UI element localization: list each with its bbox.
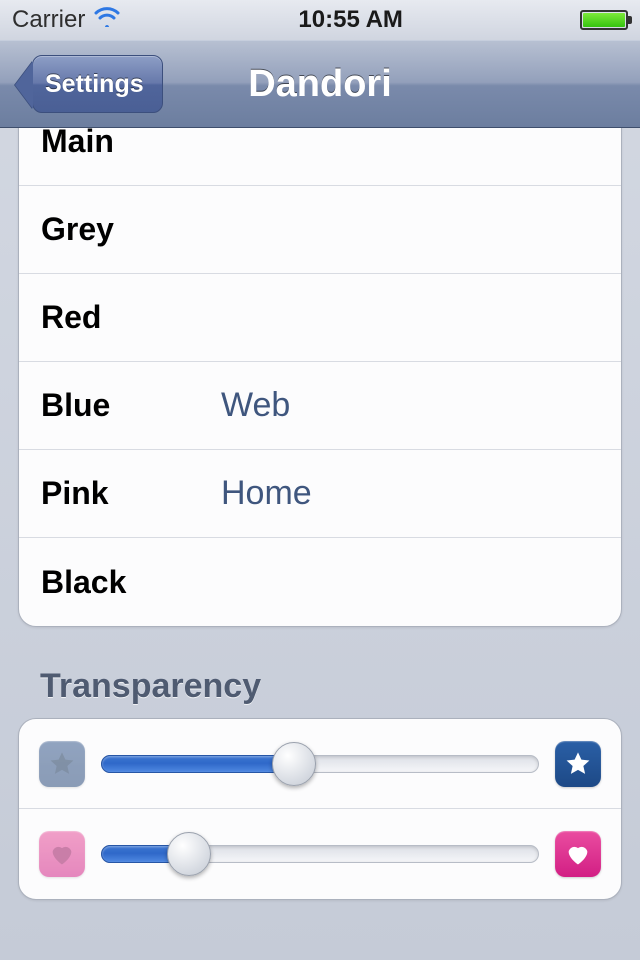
navigation-bar: Settings Dandori bbox=[0, 40, 640, 128]
color-list: Main Grey Red Blue Web Pink Home Black bbox=[18, 128, 622, 627]
star-icon-dim bbox=[39, 741, 85, 787]
table-row-blue[interactable]: Blue Web bbox=[19, 362, 621, 450]
star-transparency-slider[interactable] bbox=[101, 742, 539, 786]
back-button-label: Settings bbox=[45, 70, 144, 99]
status-right bbox=[580, 10, 628, 30]
heart-icon-dim bbox=[39, 831, 85, 877]
status-left: Carrier bbox=[12, 6, 121, 34]
row-label: Pink bbox=[41, 475, 221, 512]
row-label: Blue bbox=[41, 387, 221, 424]
row-label: Grey bbox=[41, 211, 221, 248]
table-row-main[interactable]: Main bbox=[19, 128, 621, 186]
battery-icon bbox=[580, 10, 628, 30]
transparency-sliders bbox=[18, 718, 622, 900]
carrier-label: Carrier bbox=[12, 6, 85, 34]
slider-row-star bbox=[19, 719, 621, 809]
slider-thumb[interactable] bbox=[272, 742, 316, 786]
heart-icon bbox=[555, 831, 601, 877]
row-label: Main bbox=[41, 128, 221, 160]
slider-fill bbox=[101, 755, 294, 773]
table-row-red[interactable]: Red bbox=[19, 274, 621, 362]
heart-transparency-slider[interactable] bbox=[101, 832, 539, 876]
row-label: Red bbox=[41, 299, 221, 336]
page-title: Dandori bbox=[248, 63, 392, 106]
status-time: 10:55 AM bbox=[298, 6, 402, 34]
back-button[interactable]: Settings bbox=[32, 55, 163, 113]
table-row-grey[interactable]: Grey bbox=[19, 186, 621, 274]
table-row-black[interactable]: Black bbox=[19, 538, 621, 626]
row-value: Web bbox=[221, 386, 290, 425]
star-icon bbox=[555, 741, 601, 787]
section-header-transparency: Transparency bbox=[40, 667, 622, 706]
status-bar: Carrier 10:55 AM bbox=[0, 0, 640, 40]
content-scroll[interactable]: Main Grey Red Blue Web Pink Home Black T… bbox=[0, 128, 640, 960]
row-label: Black bbox=[41, 564, 221, 601]
slider-row-heart bbox=[19, 809, 621, 899]
table-row-pink[interactable]: Pink Home bbox=[19, 450, 621, 538]
row-value: Home bbox=[221, 474, 312, 513]
wifi-icon bbox=[93, 6, 121, 34]
slider-thumb[interactable] bbox=[167, 832, 211, 876]
